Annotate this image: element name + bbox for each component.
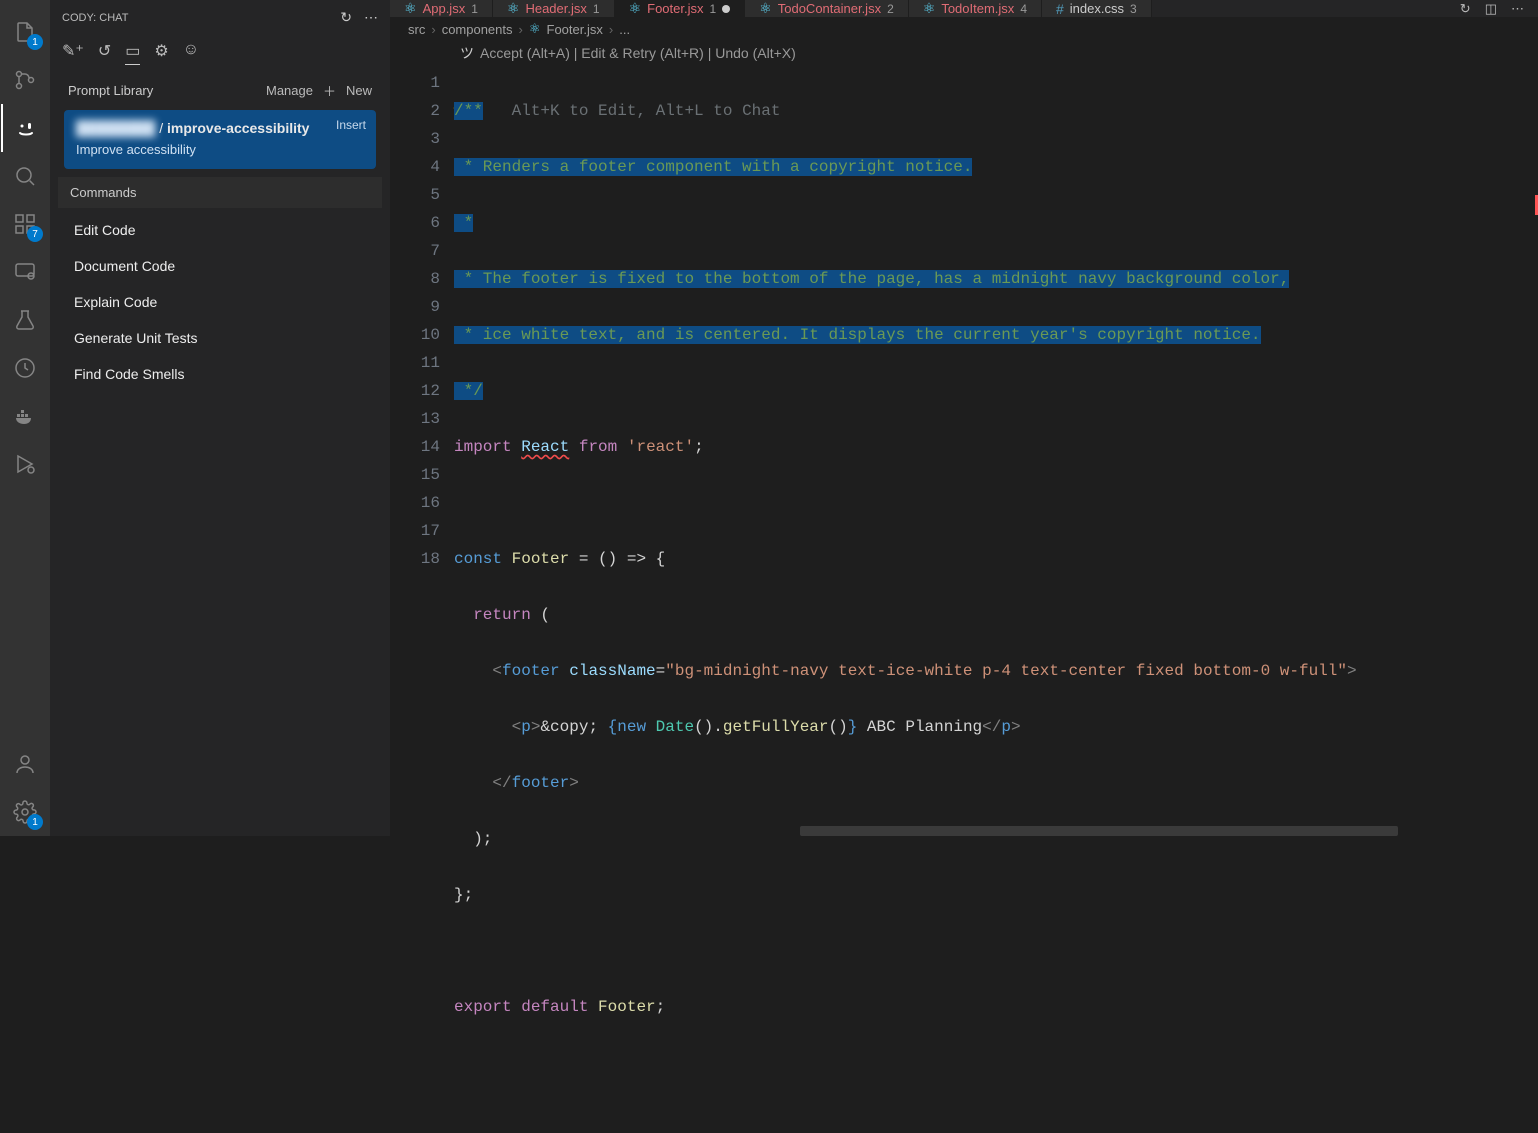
cmd-explain-code[interactable]: Explain Code xyxy=(58,284,382,320)
activity-bar: 1 7 1 xyxy=(0,0,50,836)
docker-icon[interactable] xyxy=(1,392,49,440)
explorer-icon[interactable]: 1 xyxy=(1,8,49,56)
account-circle-icon[interactable]: ☺ xyxy=(183,41,199,61)
commands-list: Edit Code Document Code Explain Code Gen… xyxy=(58,208,382,396)
new-link[interactable]: New xyxy=(346,83,372,98)
tab-header[interactable]: ⚛Header.jsx1 xyxy=(493,0,615,17)
cmd-document-code[interactable]: Document Code xyxy=(58,248,382,284)
tab-todoitem[interactable]: ⚛TodoItem.jsx4 xyxy=(909,0,1042,17)
reload-icon[interactable]: ↻ xyxy=(340,9,352,26)
remote-icon[interactable] xyxy=(1,248,49,296)
sidebar-header: CODY: CHAT ↻ ⋯ xyxy=(50,0,390,35)
split-editor-icon[interactable]: ◫ xyxy=(1485,1,1497,17)
prompt-library-heading: Prompt Library xyxy=(68,83,153,98)
source-control-icon[interactable] xyxy=(1,56,49,104)
settings-gear-icon[interactable]: ⚙ xyxy=(154,41,168,61)
tab-todocontainer[interactable]: ⚛TodoContainer.jsx2 xyxy=(745,0,909,17)
plus-icon[interactable]: ＋ xyxy=(323,81,336,100)
timeline-icon[interactable] xyxy=(1,344,49,392)
breadcrumb[interactable]: src› components› ⚛ Footer.jsx› ... xyxy=(390,17,1538,41)
code-actions[interactable]: ツ Accept (Alt+A) | Edit & Retry (Alt+R) … xyxy=(390,41,1538,69)
explorer-badge: 1 xyxy=(27,34,43,50)
new-chat-icon[interactable]: ✎⁺ xyxy=(62,41,84,61)
sidebar-title: CODY: CHAT xyxy=(62,12,128,24)
settings-badge: 1 xyxy=(27,814,43,830)
react-icon: ⚛ xyxy=(404,0,417,17)
cmd-code-smells[interactable]: Find Code Smells xyxy=(58,356,382,392)
react-icon: ⚛ xyxy=(759,0,772,17)
tab-reload-icon[interactable]: ↻ xyxy=(1460,1,1471,17)
tab-indexcss[interactable]: #index.css3 xyxy=(1042,0,1152,17)
react-icon: ⚛ xyxy=(529,21,541,37)
gutter: 123456789101112131415161718 xyxy=(390,69,454,1133)
hash-icon: # xyxy=(1056,1,1064,17)
sidebar: CODY: CHAT ↻ ⋯ ✎⁺ ↺ ▭ ⚙ ☺ Prompt Library… xyxy=(50,0,390,836)
react-icon: ⚛ xyxy=(923,0,936,17)
react-icon: ⚛ xyxy=(507,0,520,17)
prompt-desc: Improve accessibility xyxy=(76,142,364,157)
react-icon: ⚛ xyxy=(629,0,642,17)
editor[interactable]: 💡 123456789101112131415161718 /** Alt+K … xyxy=(390,69,1538,1133)
account-icon[interactable] xyxy=(1,740,49,788)
tab-more-icon[interactable]: ⋯ xyxy=(1511,1,1524,17)
run-debug-icon[interactable] xyxy=(1,440,49,488)
prompt-card[interactable]: Insert ████████ / improve-accessibility … xyxy=(64,110,376,169)
settings-icon[interactable]: 1 xyxy=(1,788,49,836)
more-icon[interactable]: ⋯ xyxy=(364,9,378,26)
extensions-icon[interactable]: 7 xyxy=(1,200,49,248)
chat-toolbar: ✎⁺ ↺ ▭ ⚙ ☺ xyxy=(50,35,390,63)
search-icon[interactable] xyxy=(1,152,49,200)
cmd-edit-code[interactable]: Edit Code xyxy=(58,212,382,248)
tabs: ⚛App.jsx1 ⚛Header.jsx1 ⚛Footer.jsx1 ⚛Tod… xyxy=(390,0,1538,17)
cody-small-icon: ツ xyxy=(460,43,474,63)
tab-app[interactable]: ⚛App.jsx1 xyxy=(390,0,493,17)
prompt-library-header: Prompt Library Manage ＋ New xyxy=(58,71,382,106)
prompts-icon[interactable]: ▭ xyxy=(125,41,140,61)
prompt-title: ████████ / improve-accessibility xyxy=(76,120,364,136)
code-area[interactable]: /** Alt+K to Edit, Alt+L to Chat * Rende… xyxy=(454,69,1538,1133)
history-icon[interactable]: ↺ xyxy=(98,41,111,61)
commands-heading: Commands xyxy=(58,177,382,208)
testing-icon[interactable] xyxy=(1,296,49,344)
dirty-dot-icon xyxy=(722,5,730,13)
manage-link[interactable]: Manage xyxy=(266,83,313,98)
extensions-badge: 7 xyxy=(27,226,43,242)
insert-button[interactable]: Insert xyxy=(336,118,366,132)
main: ⚛App.jsx1 ⚛Header.jsx1 ⚛Footer.jsx1 ⚛Tod… xyxy=(390,0,1538,836)
cody-icon[interactable] xyxy=(1,104,49,152)
tab-footer[interactable]: ⚛Footer.jsx1 xyxy=(615,0,746,17)
cmd-generate-tests[interactable]: Generate Unit Tests xyxy=(58,320,382,356)
horizontal-scrollbar[interactable] xyxy=(800,826,1398,836)
